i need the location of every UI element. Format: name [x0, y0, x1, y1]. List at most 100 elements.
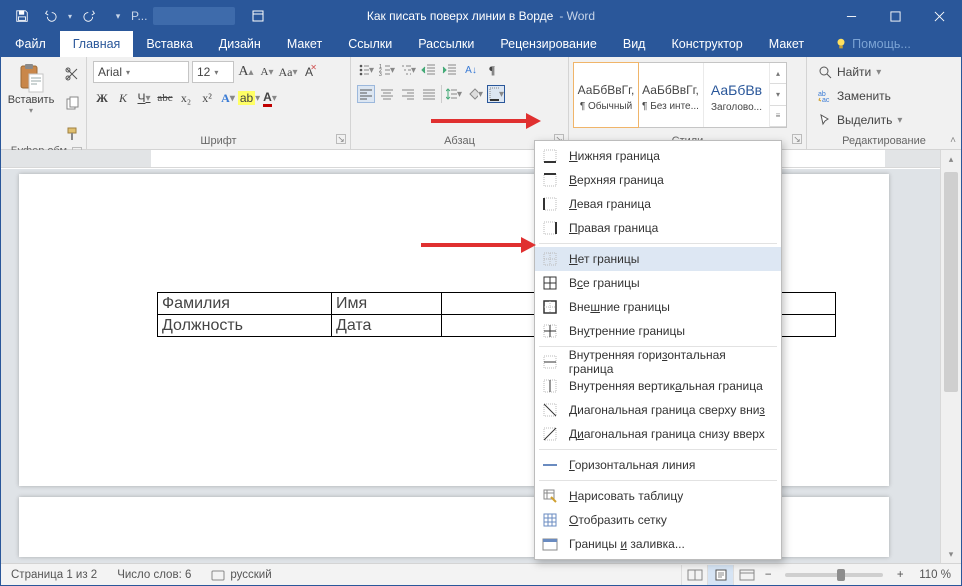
subscript-button[interactable]: x₂ — [177, 89, 195, 107]
minimize-button[interactable] — [829, 1, 873, 31]
zoom-level[interactable]: 110 % — [909, 569, 961, 581]
strikethrough-button[interactable]: abc — [156, 89, 174, 107]
shading-button[interactable]: ▾ — [466, 85, 484, 103]
vertical-scrollbar[interactable]: ▴ ▾ — [940, 150, 961, 563]
maximize-button[interactable] — [873, 1, 917, 31]
menu-border-top[interactable]: Верхняя граница — [535, 168, 781, 192]
zoom-slider[interactable] — [785, 573, 883, 577]
align-center-button[interactable] — [378, 85, 396, 103]
close-button[interactable] — [917, 1, 961, 31]
tab-references[interactable]: Ссылки — [335, 31, 405, 57]
menu-diagonal-down[interactable]: Диагональная граница сверху вниз — [535, 398, 781, 422]
menu-border-right[interactable]: Правая граница — [535, 216, 781, 240]
zoom-out-button[interactable]: − — [759, 565, 777, 585]
menu-border-left[interactable]: Левая граница — [535, 192, 781, 216]
scroll-up-arrow[interactable]: ▴ — [941, 150, 961, 168]
multilevel-list-button[interactable]: ▾ — [399, 61, 417, 79]
horizontal-ruler[interactable] — [1, 150, 961, 168]
increase-indent-button[interactable] — [441, 61, 459, 79]
grow-font-button[interactable]: A▴ — [237, 63, 255, 81]
font-color-button[interactable]: A▾ — [261, 89, 279, 107]
clear-formatting-button[interactable]: A✕ — [300, 63, 318, 81]
menu-no-border[interactable]: Нет границы — [535, 247, 781, 271]
styles-gallery[interactable]: АаБбВвГг, ¶ Обычный АаБбВвГг, ¶ Без инте… — [573, 62, 787, 128]
undo-dropdown[interactable]: ▾ — [65, 4, 75, 28]
menu-diagonal-up[interactable]: Диагональная граница снизу вверх — [535, 422, 781, 446]
tab-home[interactable]: Главная — [60, 31, 134, 57]
styles-scroll-up[interactable]: ▴ — [770, 63, 786, 84]
select-button[interactable]: Выделить▾ — [813, 109, 907, 131]
status-page[interactable]: Страница 1 из 2 — [1, 564, 107, 585]
tab-table-design[interactable]: Конструктор — [658, 31, 755, 57]
styles-scroll-down[interactable]: ▾ — [770, 84, 786, 105]
bold-button[interactable]: Ж — [93, 89, 111, 107]
status-word-count[interactable]: Число слов: 6 — [107, 564, 201, 585]
cut-button[interactable] — [61, 63, 83, 85]
style-normal[interactable]: АаБбВвГг, ¶ Обычный — [573, 62, 639, 128]
menu-all-borders[interactable]: Все границы — [535, 271, 781, 295]
table-cell[interactable]: Дата — [332, 315, 442, 337]
numbering-button[interactable]: 123▾ — [378, 61, 396, 79]
styles-expand[interactable]: ≡ — [770, 106, 786, 127]
menu-outside-borders[interactable]: Внешние границы — [535, 295, 781, 319]
save-button[interactable] — [9, 4, 35, 28]
show-marks-button[interactable]: ¶ — [483, 61, 501, 79]
bullets-button[interactable]: ▾ — [357, 61, 375, 79]
align-right-button[interactable] — [399, 85, 417, 103]
find-button[interactable]: Найти▾ — [813, 61, 886, 83]
italic-button[interactable]: К — [114, 89, 132, 107]
tab-view[interactable]: Вид — [610, 31, 659, 57]
borders-button[interactable]: ▾ — [487, 85, 505, 103]
table-cell[interactable]: Фамилия — [158, 293, 332, 315]
tab-review[interactable]: Рецензирование — [487, 31, 610, 57]
tab-mailings[interactable]: Рассылки — [405, 31, 487, 57]
replace-button[interactable]: abac Заменить — [813, 85, 896, 107]
user-name[interactable]: P... — [131, 9, 147, 23]
status-language[interactable]: русский — [201, 564, 281, 585]
font-size-combo[interactable]: 12▾ — [192, 61, 234, 83]
qat-customize[interactable]: ▾ — [105, 4, 131, 28]
collapse-ribbon-button[interactable]: ˄ — [949, 134, 957, 147]
superscript-button[interactable]: x² — [198, 89, 216, 107]
highlight-button[interactable]: ab▾ — [240, 89, 258, 107]
zoom-slider-knob[interactable] — [837, 569, 845, 581]
menu-borders-shading-dialog[interactable]: Границы и заливка... — [535, 532, 781, 556]
menu-draw-table[interactable]: Нарисовать таблицу — [535, 484, 781, 508]
undo-button[interactable] — [37, 4, 63, 28]
paste-button[interactable]: Вставить ▾ — [7, 61, 55, 116]
tab-insert[interactable]: Вставка — [133, 31, 205, 57]
underline-button[interactable]: Ч▾ — [135, 89, 153, 107]
shrink-font-button[interactable]: A▾ — [258, 63, 276, 81]
tell-me-search[interactable]: Помощь... — [821, 31, 924, 57]
document-area[interactable]: Фамилия Имя Должность Дата — [1, 169, 940, 563]
menu-inside-vertical[interactable]: Внутренняя вертикальная граница — [535, 374, 781, 398]
style-no-spacing[interactable]: АаБбВвГг, ¶ Без инте... — [638, 63, 704, 127]
font-family-combo[interactable]: Arial▾ — [93, 61, 189, 83]
redo-button[interactable] — [77, 4, 103, 28]
table-cell[interactable]: Должность — [158, 315, 332, 337]
tab-layout[interactable]: Макет — [274, 31, 335, 57]
tab-design[interactable]: Дизайн — [206, 31, 274, 57]
style-heading1[interactable]: АаБбВв Заголово... — [704, 63, 770, 127]
copy-button[interactable] — [61, 93, 83, 115]
menu-view-gridlines[interactable]: Отобразить сетку — [535, 508, 781, 532]
decrease-indent-button[interactable] — [420, 61, 438, 79]
styles-dialog-launcher[interactable]: ↘ — [792, 134, 802, 144]
change-case-button[interactable]: Aa▾ — [279, 63, 297, 81]
justify-button[interactable] — [420, 85, 438, 103]
tab-file[interactable]: Файл — [1, 31, 60, 57]
ribbon-display-options[interactable] — [241, 2, 275, 30]
menu-inside-borders[interactable]: Внутренние границы — [535, 319, 781, 343]
format-painter-button[interactable] — [61, 123, 83, 145]
view-read-mode[interactable] — [681, 565, 707, 585]
scroll-down-arrow[interactable]: ▾ — [941, 545, 961, 563]
line-spacing-button[interactable]: ▾ — [445, 85, 463, 103]
zoom-in-button[interactable]: + — [891, 565, 909, 585]
menu-border-bottom[interactable]: Нижняя граница — [535, 144, 781, 168]
text-effects-button[interactable]: A▾ — [219, 89, 237, 107]
tab-table-layout[interactable]: Макет — [756, 31, 817, 57]
menu-horizontal-line[interactable]: Горизонтальная линия — [535, 453, 781, 477]
align-left-button[interactable] — [357, 85, 375, 103]
view-web-layout[interactable] — [733, 565, 759, 585]
table-cell[interactable]: Имя — [332, 293, 442, 315]
